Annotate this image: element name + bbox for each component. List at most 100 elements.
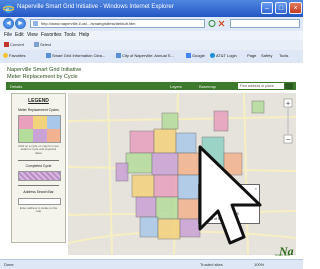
map-toolbar: Details Layers Basemap Find address or p… — [6, 82, 296, 90]
page-menu[interactable]: Page — [247, 53, 256, 58]
cycles-swatch — [18, 115, 61, 143]
cycles-label: Meter Replacement Cycles — [18, 108, 59, 112]
search-button[interactable] — [285, 83, 293, 89]
back-button[interactable]: ◄ — [3, 18, 14, 29]
menu-file[interactable]: File — [4, 32, 12, 38]
favorite-link-label: Google — [192, 53, 205, 58]
cycle-region[interactable] — [131, 174, 155, 198]
favorites-bar: Favorites Smart Grid Information Clea...… — [0, 50, 303, 64]
address-search-input[interactable]: Find address or place — [238, 83, 284, 89]
address-note: Enter address to locate on the map — [19, 206, 58, 214]
cycle-region[interactable] — [115, 162, 129, 182]
address-row: ◄ ► http://www.naperville.il.us/.../smar… — [0, 17, 303, 31]
ie-logo-icon: e — [3, 3, 14, 14]
cycle-region[interactable] — [153, 128, 177, 154]
completed-swatch — [18, 171, 61, 181]
minus-icon: – — [287, 137, 291, 144]
safety-menu[interactable]: Safety — [261, 53, 272, 58]
favorite-link-3[interactable]: Google — [186, 53, 205, 59]
convert-button[interactable]: Convert — [4, 42, 25, 48]
layers-button[interactable]: Layers — [170, 84, 182, 89]
page-subtitle: Meter Replacement by Cycle — [7, 74, 78, 80]
select-label: Select — [40, 42, 52, 47]
page-icon — [46, 53, 51, 59]
cycle-region[interactable] — [161, 112, 179, 130]
window-title: Naperville Smart Grid Initiative - Windo… — [17, 4, 174, 10]
cycles-note: Click on a cycle on map for more detail … — [18, 144, 59, 155]
swatch — [19, 129, 33, 142]
cycle-region[interactable] — [155, 196, 179, 220]
star-icon — [3, 53, 8, 59]
google-icon — [186, 53, 191, 59]
cycle-region[interactable] — [151, 152, 179, 176]
swatch — [47, 129, 60, 142]
page-icon — [33, 21, 38, 26]
command-toolbar: Convert Select — [0, 40, 303, 50]
divider — [18, 160, 59, 161]
favorite-link-2[interactable]: City of Naperville: Annual S... — [116, 53, 174, 59]
menu-view[interactable]: View — [27, 32, 38, 38]
favorite-link-label: City of Naperville: Annual S... — [122, 53, 174, 58]
cycle-region[interactable] — [139, 216, 159, 238]
favorite-link-1[interactable]: Smart Grid Information Clea... — [46, 53, 106, 59]
details-button[interactable]: Details — [10, 84, 22, 89]
convert-label: Convert — [10, 42, 25, 47]
page-icon — [116, 53, 121, 59]
cycle-region[interactable] — [129, 130, 155, 154]
cycle-region[interactable] — [213, 110, 229, 132]
menu-help[interactable]: Help — [79, 32, 89, 38]
menu-bar: File Edit View Favorites Tools Help — [0, 31, 303, 40]
search-input[interactable] — [230, 19, 300, 28]
plus-icon: + — [286, 101, 290, 108]
legend-title: LEGEND — [28, 98, 49, 104]
forward-button[interactable]: ► — [15, 18, 26, 29]
close-button[interactable]: × — [289, 2, 302, 14]
refresh-stop-icons[interactable] — [208, 20, 226, 27]
swatch — [47, 116, 60, 129]
favorites-label: Favorites — [9, 53, 26, 58]
zoom-level[interactable]: 100% — [254, 262, 264, 267]
minimize-button[interactable]: – — [261, 2, 273, 14]
pdf-icon — [4, 42, 9, 48]
zoom-control[interactable]: + – — [283, 98, 293, 144]
svg-text:e: e — [6, 6, 9, 13]
legend-panel: LEGEND Meter Replacement Cycles Click on… — [11, 93, 66, 243]
menu-tools[interactable]: Tools — [64, 32, 76, 38]
url-text: http://www.naperville.il.us/.../smartgri… — [41, 21, 136, 26]
ie-window: e Naperville Smart Grid Initiative - Win… — [0, 0, 303, 269]
zoom-slider[interactable] — [287, 108, 289, 134]
favorite-link-label: Smart Grid Information Clea... — [52, 53, 106, 58]
page-title: Naperville Smart Grid Initiative — [7, 67, 82, 73]
cycle-region[interactable] — [135, 196, 157, 218]
swatch — [33, 129, 47, 142]
swatch — [19, 116, 33, 129]
mouse-pointer-icon — [198, 145, 262, 245]
select-icon — [34, 42, 39, 48]
logo-subtext: Smart Grid — [275, 253, 290, 257]
tools-menu[interactable]: Tools — [279, 53, 288, 58]
cycle-region[interactable] — [125, 152, 153, 174]
att-icon — [210, 53, 215, 59]
select-button[interactable]: Select — [34, 42, 52, 48]
cycle-region[interactable] — [251, 100, 265, 114]
divider — [18, 185, 59, 186]
completed-label: Completed Cycle — [25, 164, 52, 168]
maximize-button[interactable]: □ — [275, 2, 287, 14]
basemap-button[interactable]: Basemap — [199, 84, 216, 89]
swatch — [33, 116, 47, 129]
cycle-region[interactable] — [153, 174, 179, 198]
cycle-region[interactable] — [157, 218, 181, 240]
address-swatch — [18, 198, 61, 205]
favorite-link-label: AT&T Login — [216, 53, 237, 58]
favorite-link-4[interactable]: AT&T Login — [210, 53, 237, 59]
address-label: Address Search Bar — [23, 190, 54, 194]
cycle-region[interactable] — [175, 132, 197, 154]
title-bar: e Naperville Smart Grid Initiative - Win… — [0, 0, 303, 17]
favorites-button[interactable]: Favorites — [3, 53, 26, 59]
security-zone: Trusted sites — [200, 262, 223, 267]
menu-edit[interactable]: Edit — [15, 32, 24, 38]
status-text: Done — [4, 262, 14, 267]
menu-favorites[interactable]: Favorites — [41, 32, 62, 38]
status-bar: Done Trusted sites 100% — [0, 259, 303, 269]
address-bar[interactable]: http://www.naperville.il.us/.../smartgri… — [30, 19, 205, 28]
